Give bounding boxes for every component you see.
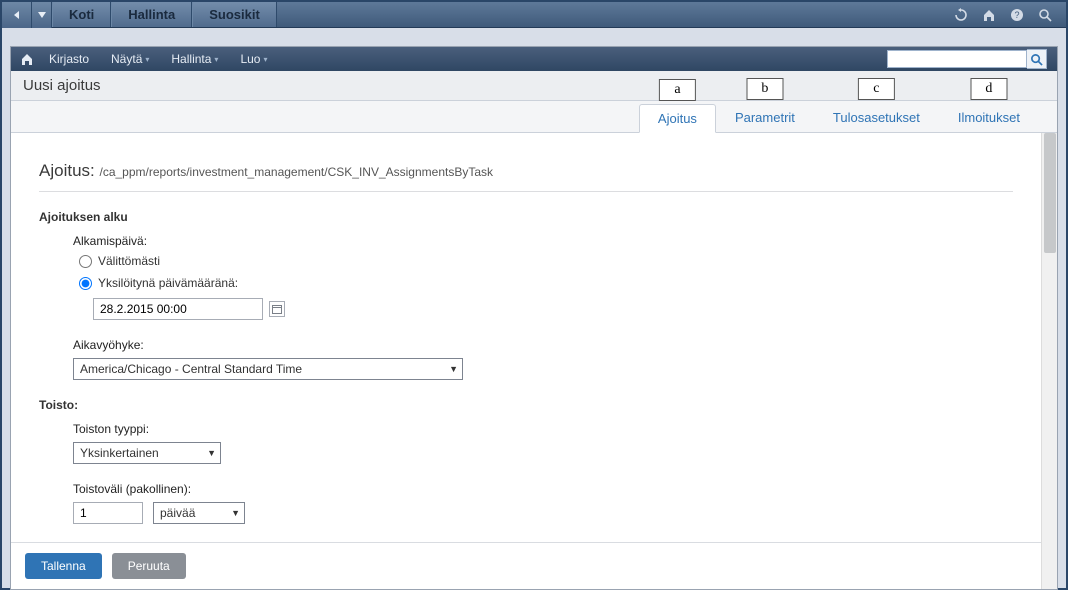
timezone-label: Aikavyöhyke: <box>73 338 1013 352</box>
radio-immediate-label: Välittömästi <box>98 254 160 268</box>
tab-letter-d: d <box>970 78 1007 100</box>
tab-ajoitus[interactable]: a Ajoitus <box>639 104 716 133</box>
topbar-tab-hallinta[interactable]: Hallinta <box>111 2 192 27</box>
tab-tulosasetukset[interactable]: c Tulosasetukset <box>814 103 939 132</box>
section-heading: Ajoitus: /ca_ppm/reports/investment_mana… <box>39 161 1013 192</box>
report-path: /ca_ppm/reports/investment_management/CS… <box>99 165 493 179</box>
help-icon[interactable]: ? <box>1010 8 1024 22</box>
menu-kirjasto[interactable]: Kirjasto <box>39 47 99 71</box>
tabs-row: a Ajoitus b Parametrit c Tulosasetukset … <box>11 101 1057 133</box>
radio-specific[interactable] <box>79 277 92 290</box>
page-title: Uusi ajoitus <box>11 71 1057 101</box>
back-history-dropdown[interactable] <box>32 2 52 28</box>
tab-ilmoitukset[interactable]: d Ilmoitukset <box>939 103 1039 132</box>
menu-search-input[interactable] <box>887 50 1027 68</box>
group-repeat: Toisto: <box>39 398 1013 412</box>
browser-top-bar: Koti Hallinta Suosikit ? <box>2 2 1066 28</box>
tab-letter-c: c <box>858 78 894 100</box>
tab-letter-a: a <box>659 79 695 101</box>
vertical-scrollbar[interactable] <box>1041 133 1057 589</box>
scrollbar-thumb[interactable] <box>1044 133 1056 253</box>
calendar-icon[interactable] <box>269 301 285 317</box>
content-area: Ajoitus: /ca_ppm/reports/investment_mana… <box>11 133 1041 589</box>
menu-bar: Kirjasto Näytä▾ Hallinta▾ Luo▾ <box>11 47 1057 71</box>
search-icon[interactable] <box>1038 8 1052 22</box>
menu-nayta[interactable]: Näytä▾ <box>101 47 159 71</box>
radio-immediate[interactable] <box>79 255 92 268</box>
topbar-tab-suosikit[interactable]: Suosikit <box>192 2 277 27</box>
repeat-type-label: Toiston tyyppi: <box>73 422 1013 436</box>
footer-actions: Tallenna Peruuta <box>11 542 1041 589</box>
svg-text:?: ? <box>1014 10 1019 20</box>
tab-letter-b: b <box>746 78 783 100</box>
menu-hallinta[interactable]: Hallinta▾ <box>161 47 228 71</box>
tab-parametrit[interactable]: b Parametrit <box>716 103 814 132</box>
back-button[interactable] <box>2 2 32 28</box>
repeat-interval-label: Toistoväli (pakollinen): <box>73 482 1013 496</box>
menu-home-icon[interactable] <box>17 49 37 69</box>
timezone-select[interactable]: America/Chicago - Central Standard Time … <box>73 358 463 380</box>
radio-specific-label: Yksilöitynä päivämääränä: <box>98 276 238 290</box>
save-button[interactable]: Tallenna <box>25 553 102 579</box>
repeat-type-select[interactable]: Yksinkertainen ▼ <box>73 442 221 464</box>
home-icon[interactable] <box>982 8 996 22</box>
repeat-unit-select[interactable]: päivää ▼ <box>153 502 245 524</box>
start-date-label: Alkamispäivä: <box>73 234 1013 248</box>
repeat-interval-input[interactable] <box>73 502 143 524</box>
start-datetime-input[interactable] <box>93 298 263 320</box>
menu-luo[interactable]: Luo▾ <box>230 47 277 71</box>
menu-search-button[interactable] <box>1027 49 1047 69</box>
topbar-tab-koti[interactable]: Koti <box>52 2 111 27</box>
group-start: Ajoituksen alku <box>39 210 1013 224</box>
cancel-button[interactable]: Peruuta <box>112 553 186 579</box>
refresh-icon[interactable] <box>954 8 968 22</box>
